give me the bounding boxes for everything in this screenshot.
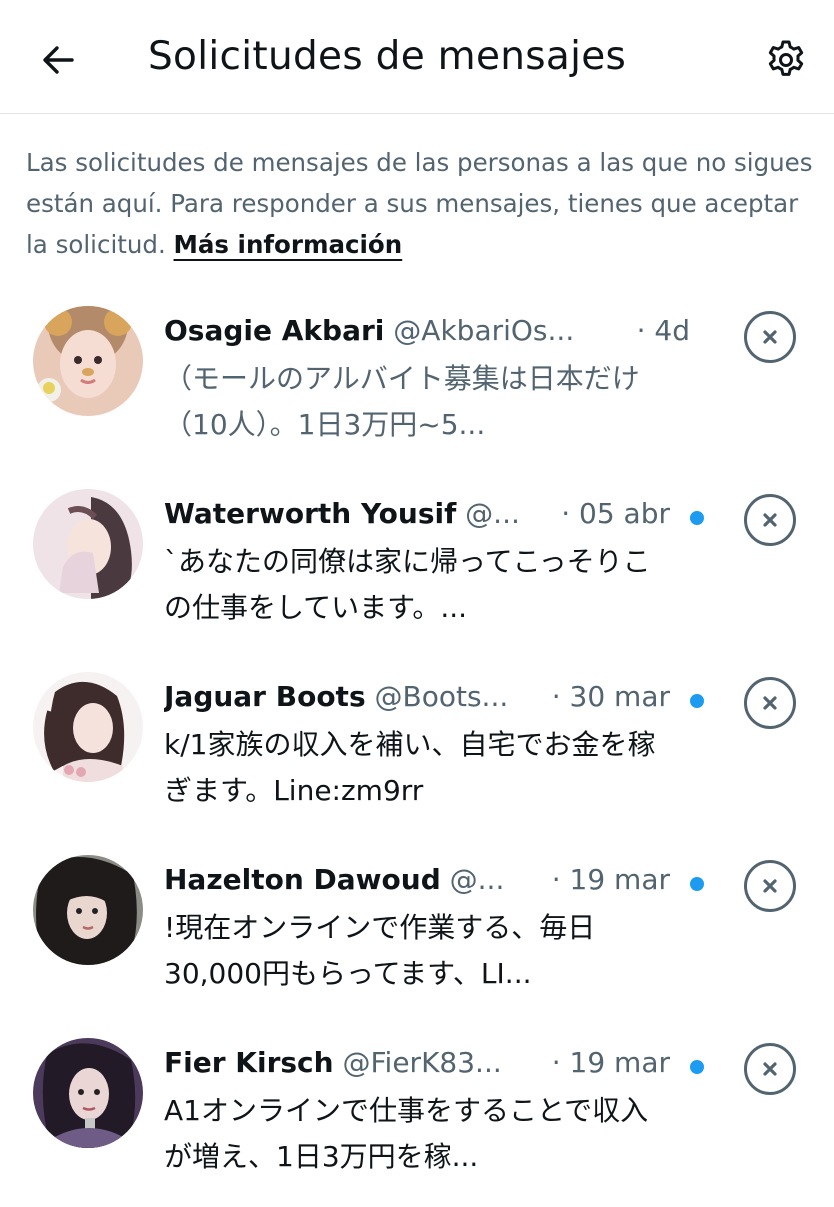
close-icon — [763, 879, 777, 893]
sender-handle: @... — [465, 497, 520, 530]
sender-name: Hazelton Dawoud — [164, 863, 441, 896]
avatar[interactable] — [33, 672, 143, 782]
sender-name: Jaguar Boots — [164, 680, 366, 713]
avatar[interactable] — [33, 489, 143, 599]
unread-indicator — [690, 877, 704, 891]
unread-indicator — [690, 694, 704, 708]
sender-handle: @... — [449, 863, 505, 896]
message-date: · 19 mar — [551, 863, 670, 896]
message-date: · 4d — [636, 314, 690, 347]
avatar[interactable] — [33, 1038, 143, 1148]
message-request-item[interactable]: Jaguar Boots @Boots... · 30 mar k/1家族の収入… — [0, 658, 834, 841]
message-preview: k/1家族の収入を補い、自宅でお金を稼ぎます。Line:zm9rr — [164, 728, 656, 807]
message-preview: A1オンラインで仕事をすることで収入が増え、1日3万円を稼... — [164, 1094, 649, 1173]
message-request-item[interactable]: Waterworth Yousif @... · 05 abr `あなたの同僚は… — [0, 475, 834, 658]
gear-icon — [768, 40, 804, 76]
message-request-item[interactable]: Fier Kirsch @FierK83... · 19 mar A1オンライン… — [0, 1024, 834, 1207]
close-icon — [763, 1062, 777, 1076]
close-icon — [763, 330, 777, 344]
dismiss-request-button[interactable] — [744, 311, 796, 363]
dismiss-request-button[interactable] — [744, 860, 796, 912]
message-preview: `あなたの同僚は家に帰ってこっそりこの仕事をしています。... — [164, 545, 651, 624]
unread-indicator — [690, 1060, 704, 1074]
message-requests-list: Osagie Akbari @AkbariOs... · 4d （モールのアルバ… — [0, 292, 834, 1207]
requests-info-text: Las solicitudes de mensajes de las perso… — [26, 148, 813, 259]
page-title: Solicitudes de mensajes — [148, 34, 627, 79]
message-date: · 19 mar — [551, 1046, 670, 1079]
dismiss-request-button[interactable] — [744, 677, 796, 729]
sender-handle: @FierK83... — [342, 1046, 502, 1079]
avatar[interactable] — [33, 855, 143, 965]
top-bar: Solicitudes de mensajes — [0, 0, 834, 114]
sender-handle: @Boots... — [374, 680, 509, 713]
sender-name: Osagie Akbari — [164, 314, 385, 347]
message-date: · 05 abr — [561, 497, 670, 530]
avatar[interactable] — [33, 306, 143, 416]
close-icon — [763, 513, 777, 527]
close-icon — [763, 696, 777, 710]
arrow-left-icon — [43, 46, 74, 74]
message-request-item[interactable]: Hazelton Dawoud @... · 19 mar !現在オンラインで作… — [0, 841, 834, 1024]
requests-info: Las solicitudes de mensajes de las perso… — [26, 142, 816, 265]
dismiss-request-button[interactable] — [744, 494, 796, 546]
sender-name: Waterworth Yousif — [164, 497, 457, 530]
back-button[interactable] — [28, 30, 88, 90]
sender-handle: @AkbariOs... — [393, 314, 575, 347]
message-request-item[interactable]: Osagie Akbari @AkbariOs... · 4d （モールのアルバ… — [0, 292, 834, 475]
more-info-link[interactable]: Más información — [174, 230, 403, 259]
message-date: · 30 mar — [551, 680, 670, 713]
sender-name: Fier Kirsch — [164, 1046, 334, 1079]
unread-indicator — [690, 511, 704, 525]
message-preview: （モールのアルバイト募集は日本だけ（10人）。1日3万円~5... — [164, 362, 640, 441]
dismiss-request-button[interactable] — [744, 1043, 796, 1095]
message-preview: !現在オンラインで作業する、毎日30,000円もらってます、LI... — [164, 911, 596, 990]
settings-button[interactable] — [756, 30, 816, 90]
